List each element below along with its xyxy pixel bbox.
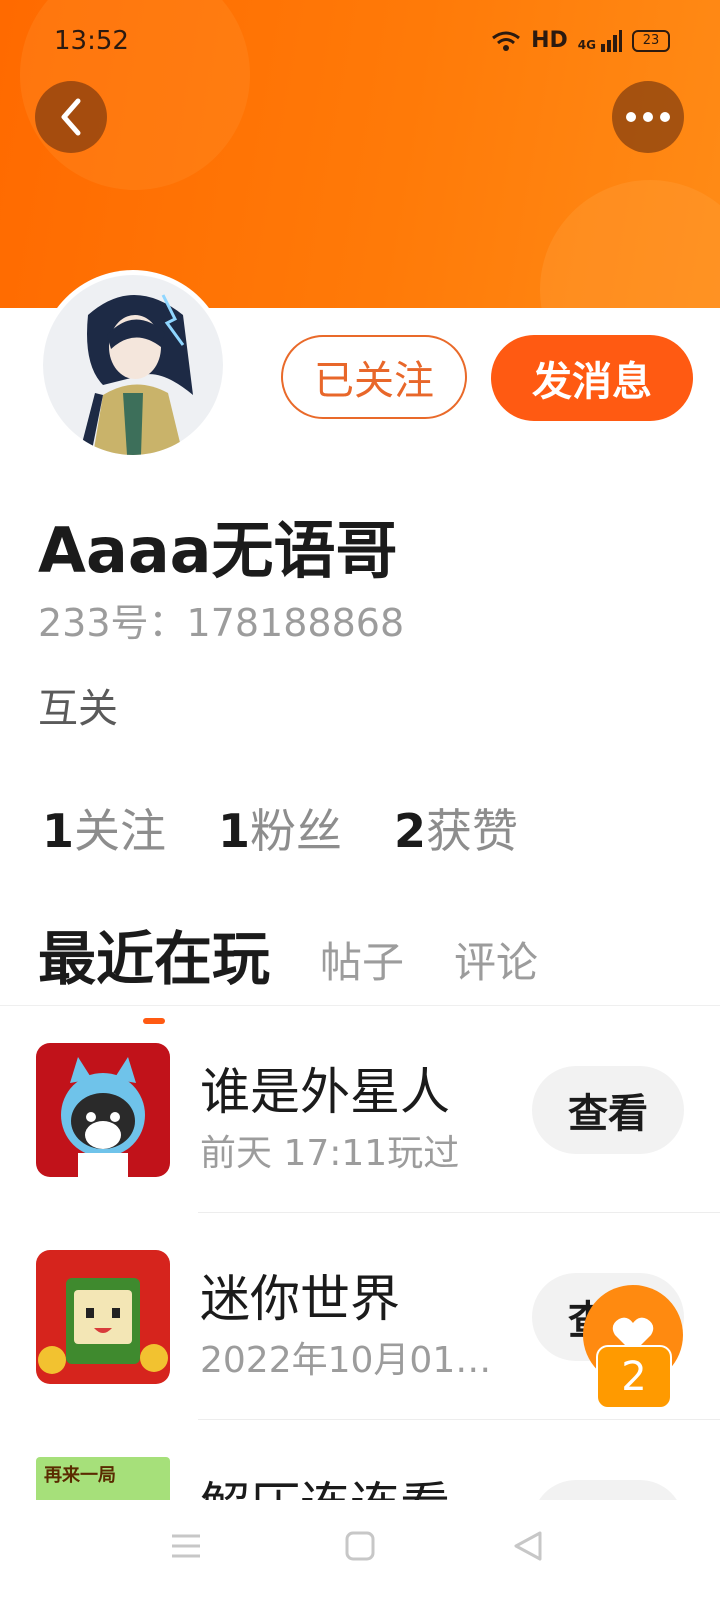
avatar[interactable] (38, 270, 228, 460)
last-played-time: 2022年10月01… (200, 1340, 492, 1381)
stat-followers-number: 1 (218, 804, 251, 858)
username: Aaaa无语哥 (38, 514, 398, 587)
account-id: 233号：178188868 (38, 601, 405, 645)
game-icon: 再来一局 (36, 1457, 170, 1500)
game-name: 迷你世界 (200, 1270, 400, 1328)
system-navigation-bar (0, 1500, 720, 1600)
tab-comments[interactable]: 评论 (454, 929, 538, 996)
stat-followers[interactable]: 1粉丝 (218, 795, 342, 861)
stat-likes[interactable]: 2获赞 (394, 795, 518, 861)
tab-recently-played[interactable]: 最近在玩 (38, 912, 271, 1024)
profile-tabs: 最近在玩 帖子 评论 (38, 912, 538, 1024)
list-item[interactable]: 谁是外星人 前天 17:11玩过 查看 (0, 1006, 720, 1213)
game-name: 解压连连看 (200, 1466, 450, 1500)
back-button[interactable] (35, 81, 107, 153)
tab-posts[interactable]: 帖子 (320, 929, 404, 996)
signal-generation-label: 4G (577, 37, 596, 52)
more-button[interactable] (612, 81, 684, 153)
list-item[interactable]: 再来一局 解压连连看 查看 (0, 1420, 720, 1500)
last-played-time: 前天 17:11玩过 (200, 1133, 460, 1174)
home-button[interactable] (344, 1530, 376, 1566)
view-game-button[interactable]: 查看 (532, 1066, 684, 1154)
floating-like-button[interactable]: 2 (583, 1285, 685, 1409)
chevron-left-icon (61, 98, 81, 136)
status-time: 13:52 (54, 26, 129, 56)
stat-likes-number: 2 (394, 804, 427, 858)
like-count-badge: 2 (596, 1345, 672, 1409)
profile-stats: 1关注 1粉丝 2获赞 (42, 795, 518, 861)
game-icon (36, 1250, 170, 1384)
battery-icon: 23 (632, 29, 670, 52)
banner-decoration (540, 180, 720, 308)
stat-following-number: 1 (42, 804, 75, 858)
more-horizontal-icon (626, 112, 670, 122)
tab-label: 最近在玩 (38, 925, 271, 993)
recent-games-list[interactable]: 谁是外星人 前天 17:11玩过 查看 迷你世界 2022年10月01… 查看 … (0, 1006, 720, 1500)
stat-following-label: 关注 (74, 804, 167, 858)
followed-button[interactable]: 已关注 (281, 335, 467, 419)
stat-likes-label: 获赞 (426, 804, 519, 858)
avatar-image (43, 275, 223, 455)
signal-icon: 4G (577, 29, 622, 52)
game-icon (36, 1043, 170, 1177)
send-message-button[interactable]: 发消息 (491, 335, 693, 421)
stat-followers-label: 粉丝 (250, 804, 343, 858)
game-name: 谁是外星人 (200, 1063, 450, 1121)
view-game-button[interactable]: 查看 (532, 1480, 684, 1500)
status-icons: HD 4G 23 (491, 28, 670, 53)
network-type-label: HD (531, 28, 568, 53)
home-square-icon (345, 1531, 375, 1561)
wifi-icon (492, 31, 521, 51)
status-bar: 13:52 HD 4G 23 (0, 0, 720, 84)
stat-following[interactable]: 1关注 (42, 795, 166, 861)
menu-icon (172, 1534, 200, 1558)
back-triangle-icon (514, 1531, 542, 1561)
recent-apps-button[interactable] (170, 1530, 202, 1566)
back-nav-button[interactable] (512, 1530, 544, 1566)
mutual-follow-tag: 互关 (38, 686, 118, 732)
